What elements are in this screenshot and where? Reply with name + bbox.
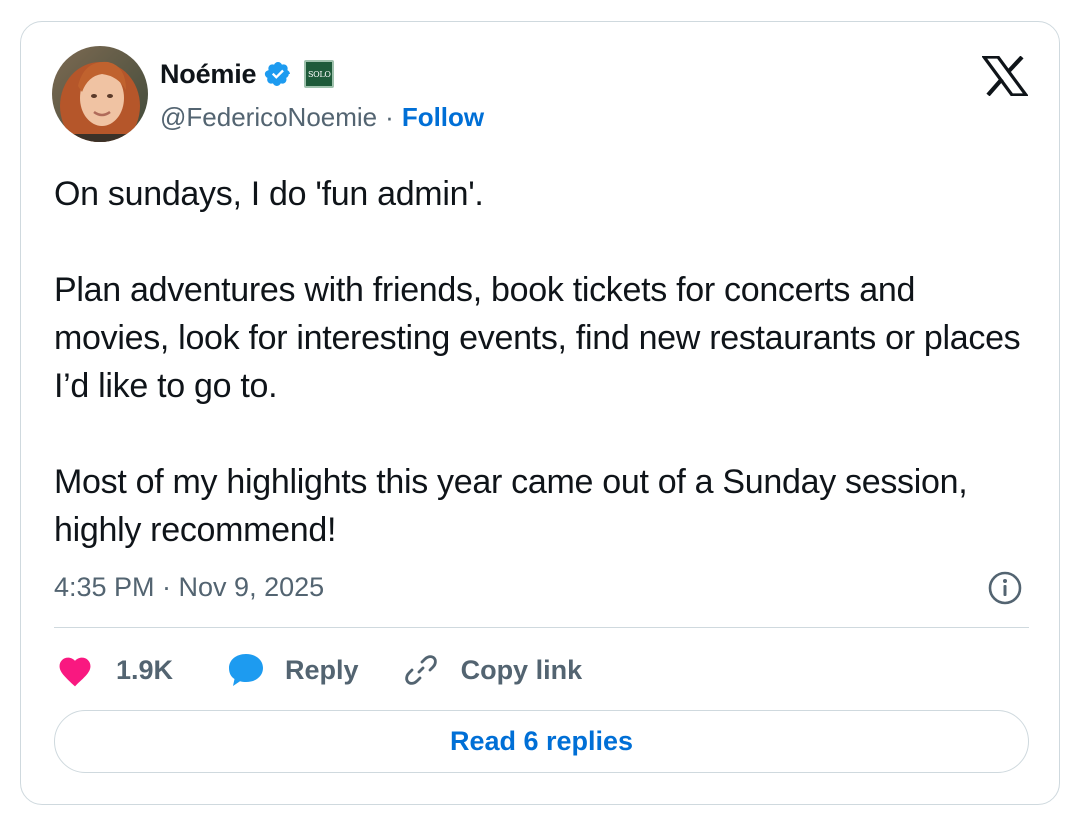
author-handle-row: @FedericoNoemie · Follow bbox=[160, 100, 484, 134]
speech-bubble-icon bbox=[227, 652, 265, 688]
follow-link[interactable]: Follow bbox=[402, 102, 484, 133]
tweet-paragraph: On sundays, I do 'fun admin'. bbox=[54, 175, 484, 213]
tweet-paragraph: Most of my highlights this year came out… bbox=[54, 463, 968, 549]
copy-link-button[interactable]: Copy link bbox=[403, 652, 583, 688]
handle-separator: · bbox=[385, 101, 394, 132]
read-replies-button[interactable]: Read 6 replies bbox=[54, 710, 1029, 773]
like-count: 1.9K bbox=[116, 654, 174, 685]
tweet-text: On sundays, I do 'fun admin'. Plan adven… bbox=[54, 170, 1034, 554]
info-icon[interactable] bbox=[987, 570, 1023, 606]
tweet-timestamp[interactable]: 4:35 PM · Nov 9, 2025 bbox=[54, 568, 324, 606]
reply-label: Reply bbox=[285, 654, 359, 685]
x-logo-icon[interactable] bbox=[980, 55, 1030, 97]
copy-link-label: Copy link bbox=[460, 654, 583, 685]
tweet-paragraph: Plan adventures with friends, book ticke… bbox=[54, 271, 1021, 405]
affiliate-badge[interactable]: SOLO bbox=[304, 60, 335, 88]
divider bbox=[54, 627, 1029, 628]
avatar[interactable] bbox=[52, 46, 148, 142]
verified-badge-icon bbox=[264, 60, 292, 88]
action-bar: 1.9K Reply Copy link bbox=[56, 648, 582, 692]
author-display-name[interactable]: Noémie bbox=[160, 59, 257, 90]
author-name-row: Noémie SOLO bbox=[160, 56, 335, 92]
author-handle[interactable]: @FedericoNoemie bbox=[160, 102, 377, 133]
like-button[interactable]: 1.9K bbox=[56, 653, 173, 687]
profile-photo bbox=[52, 46, 148, 142]
reply-button[interactable]: Reply bbox=[227, 652, 359, 688]
heart-icon bbox=[56, 653, 94, 687]
link-icon bbox=[403, 652, 439, 688]
